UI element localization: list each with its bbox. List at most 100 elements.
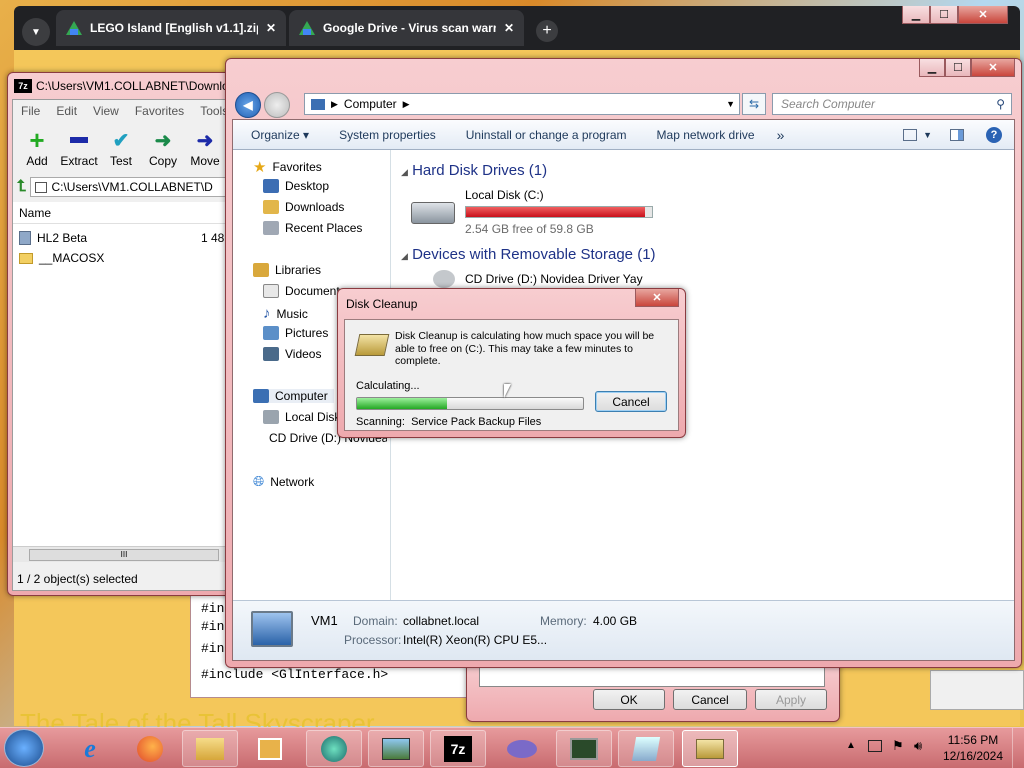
menu-file[interactable]: File (21, 104, 40, 118)
search-input[interactable]: Search Computer ⚲ (772, 93, 1012, 115)
extract-button[interactable]: Extract (57, 130, 101, 168)
test-button[interactable]: ✔ Test (99, 130, 143, 169)
chevron-down-icon[interactable]: ▼ (726, 99, 735, 109)
back-button[interactable]: ◀ (235, 92, 261, 118)
recent-places-icon (263, 221, 279, 235)
collapse-icon: ◢ (401, 251, 408, 261)
close-icon[interactable]: ✕ (266, 21, 276, 35)
nav-network[interactable]: 🌐︎ Network (253, 473, 314, 490)
show-desktop-button[interactable] (1012, 728, 1024, 768)
more-commands-button[interactable]: » (777, 127, 785, 143)
taskbar-7zip-icon[interactable]: 7z (430, 730, 486, 767)
copy-button[interactable]: ➜ Copy (141, 130, 185, 169)
nav-documents[interactable]: Documents (263, 284, 346, 298)
clock-date: 12/16/2024 (942, 749, 1004, 763)
path-input[interactable]: C:\Users\VM1.COLLABNET\D (30, 177, 237, 197)
nav-pictures[interactable]: Pictures (263, 326, 328, 340)
clock[interactable]: 11:56 PM 12/16/2024 (940, 732, 1006, 764)
nav-videos[interactable]: Videos (263, 347, 321, 361)
nav-libraries[interactable]: Libraries (253, 263, 321, 277)
disk-cleanup-dialog: Disk Cleanup ✕ Disk Cleanup is calculati… (337, 288, 686, 438)
show-hidden-icons-icon[interactable]: ▲ (846, 740, 856, 751)
maximize-button[interactable]: ☐ (930, 6, 958, 24)
ok-button[interactable]: OK (593, 689, 665, 710)
taskbar-app3-icon[interactable] (618, 730, 674, 767)
chevron-down-icon[interactable]: ▼ (923, 130, 932, 140)
apply-button[interactable]: Apply (755, 689, 827, 710)
taskbar-firefox-icon[interactable] (122, 730, 178, 767)
section-hard-disk-drives[interactable]: ◢ Hard Disk Drives (1) (401, 162, 547, 179)
taskbar-picture-icon[interactable] (368, 730, 424, 767)
chrome-window-controls: ▁ ☐ ✕ (902, 6, 1012, 26)
nav-label: Pictures (285, 326, 329, 340)
horizontal-scrollbar[interactable]: III (13, 546, 237, 562)
nav-favorites[interactable]: ★ Favorites (253, 158, 322, 176)
close-button[interactable]: ✕ (958, 6, 1008, 24)
close-icon[interactable]: ✕ (504, 21, 514, 35)
taskbar: e 7z ▲ ⚑ 🔊︎ 11:56 PM 12/16/2024 (0, 727, 1024, 768)
nav-recent-places[interactable]: Recent Places (263, 221, 362, 235)
row-name: HL2 Beta (37, 231, 88, 245)
nav-desktop[interactable]: Desktop (263, 179, 329, 193)
minimize-button[interactable]: ▁ (902, 6, 930, 24)
drive-cd[interactable]: CD Drive (D:) Novidea Driver Yay (433, 270, 693, 290)
scroll-thumb[interactable]: III (29, 549, 219, 561)
forward-button[interactable] (264, 92, 290, 118)
computer-large-icon (251, 611, 293, 647)
taskbar-ie-icon[interactable]: e (62, 730, 118, 767)
nav-downloads[interactable]: Downloads (263, 200, 344, 214)
nav-computer[interactable]: Computer (253, 389, 334, 403)
add-button[interactable]: + Add (15, 125, 59, 169)
menu-tools[interactable]: Tools (200, 104, 228, 118)
uninstall-program-button[interactable]: Uninstall or change a program (466, 128, 627, 142)
menu-view[interactable]: View (93, 104, 119, 118)
table-row[interactable]: HL2 Beta 1 48 (13, 228, 237, 248)
menu-favorites[interactable]: Favorites (135, 104, 184, 118)
nav-music[interactable]: ♪ Music (263, 305, 308, 322)
system-properties-button[interactable]: System properties (339, 128, 436, 142)
maximize-button[interactable]: ☐ (945, 59, 971, 77)
table-row[interactable]: __MACOSX (13, 248, 237, 268)
tab-search-button[interactable]: ▼ (22, 18, 50, 46)
flag-tray-icon[interactable]: ⚑ (892, 738, 904, 754)
menu-edit[interactable]: Edit (56, 104, 77, 118)
taskbar-media-player-icon[interactable] (242, 730, 298, 767)
dropdown-field[interactable] (479, 667, 825, 687)
taskbar-app2-icon[interactable] (494, 730, 550, 767)
network-icon: 🌐︎ (253, 473, 265, 489)
drive-local-disk[interactable]: Local Disk (C:) 2.54 GB free of 59.8 GB (411, 188, 661, 240)
start-button[interactable] (4, 729, 44, 767)
move-icon: ➜ (196, 129, 214, 152)
close-button[interactable]: ✕ (971, 59, 1015, 77)
disk-usage-fill (466, 207, 645, 217)
view-options-icon[interactable] (903, 128, 918, 141)
section-removable-storage[interactable]: ◢ Devices with Removable Storage (1) (401, 246, 656, 263)
taskbar-app-icon[interactable] (306, 730, 362, 767)
help-icon[interactable]: ? (986, 126, 1002, 143)
refresh-button[interactable]: ⇆ (742, 93, 766, 115)
taskbar-explorer-icon[interactable] (182, 730, 238, 767)
tab-lego-island[interactable]: LEGO Island [English v1.1].zip ✕ (56, 10, 286, 46)
volume-tray-icon[interactable]: 🔊︎ (914, 738, 922, 754)
move-button[interactable]: ➜ Move (183, 129, 227, 169)
network-tray-icon[interactable] (868, 740, 882, 752)
column-header-name[interactable]: Name (13, 202, 237, 224)
up-folder-icon[interactable]: ⮤ (17, 178, 26, 196)
domain-value: collabnet.local (403, 614, 480, 628)
taskbar-disk-cleanup-icon[interactable] (682, 730, 738, 767)
nav-label: Computer (275, 389, 328, 403)
minimize-button[interactable]: ▁ (919, 59, 945, 77)
map-network-drive-button[interactable]: Map network drive (657, 128, 755, 142)
mouse-cursor-icon (504, 384, 511, 398)
new-tab-button[interactable]: + (536, 20, 558, 42)
cancel-button[interactable]: Cancel (673, 689, 747, 710)
cancel-button[interactable]: Cancel (595, 391, 667, 412)
dialog-title: Disk Cleanup (346, 297, 418, 311)
close-button[interactable]: ✕ (635, 289, 679, 307)
address-bar[interactable]: ▶ Computer ▶ ▼ (304, 93, 740, 115)
libraries-icon (253, 263, 269, 277)
organize-button[interactable]: Organize ▾ (251, 128, 309, 142)
tab-google-drive[interactable]: Google Drive - Virus scan warn ✕ (289, 10, 524, 46)
preview-pane-icon[interactable] (950, 128, 964, 141)
taskbar-monitor-icon[interactable] (556, 730, 612, 767)
